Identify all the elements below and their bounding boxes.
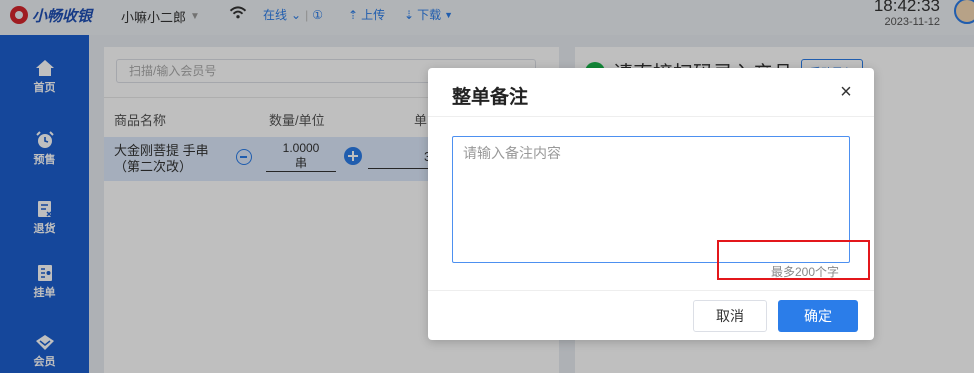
confirm-button[interactable]: 确定 — [778, 300, 858, 332]
annotation-highlight-box — [717, 240, 870, 280]
dialog-title: 整单备注 — [452, 87, 529, 108]
divider — [428, 290, 874, 291]
close-icon[interactable]: × — [836, 82, 856, 102]
cancel-button[interactable]: 取消 — [693, 300, 767, 332]
order-note-dialog: 整单备注 × 最多200个字 取消 确定 — [428, 68, 874, 340]
divider — [428, 116, 874, 117]
